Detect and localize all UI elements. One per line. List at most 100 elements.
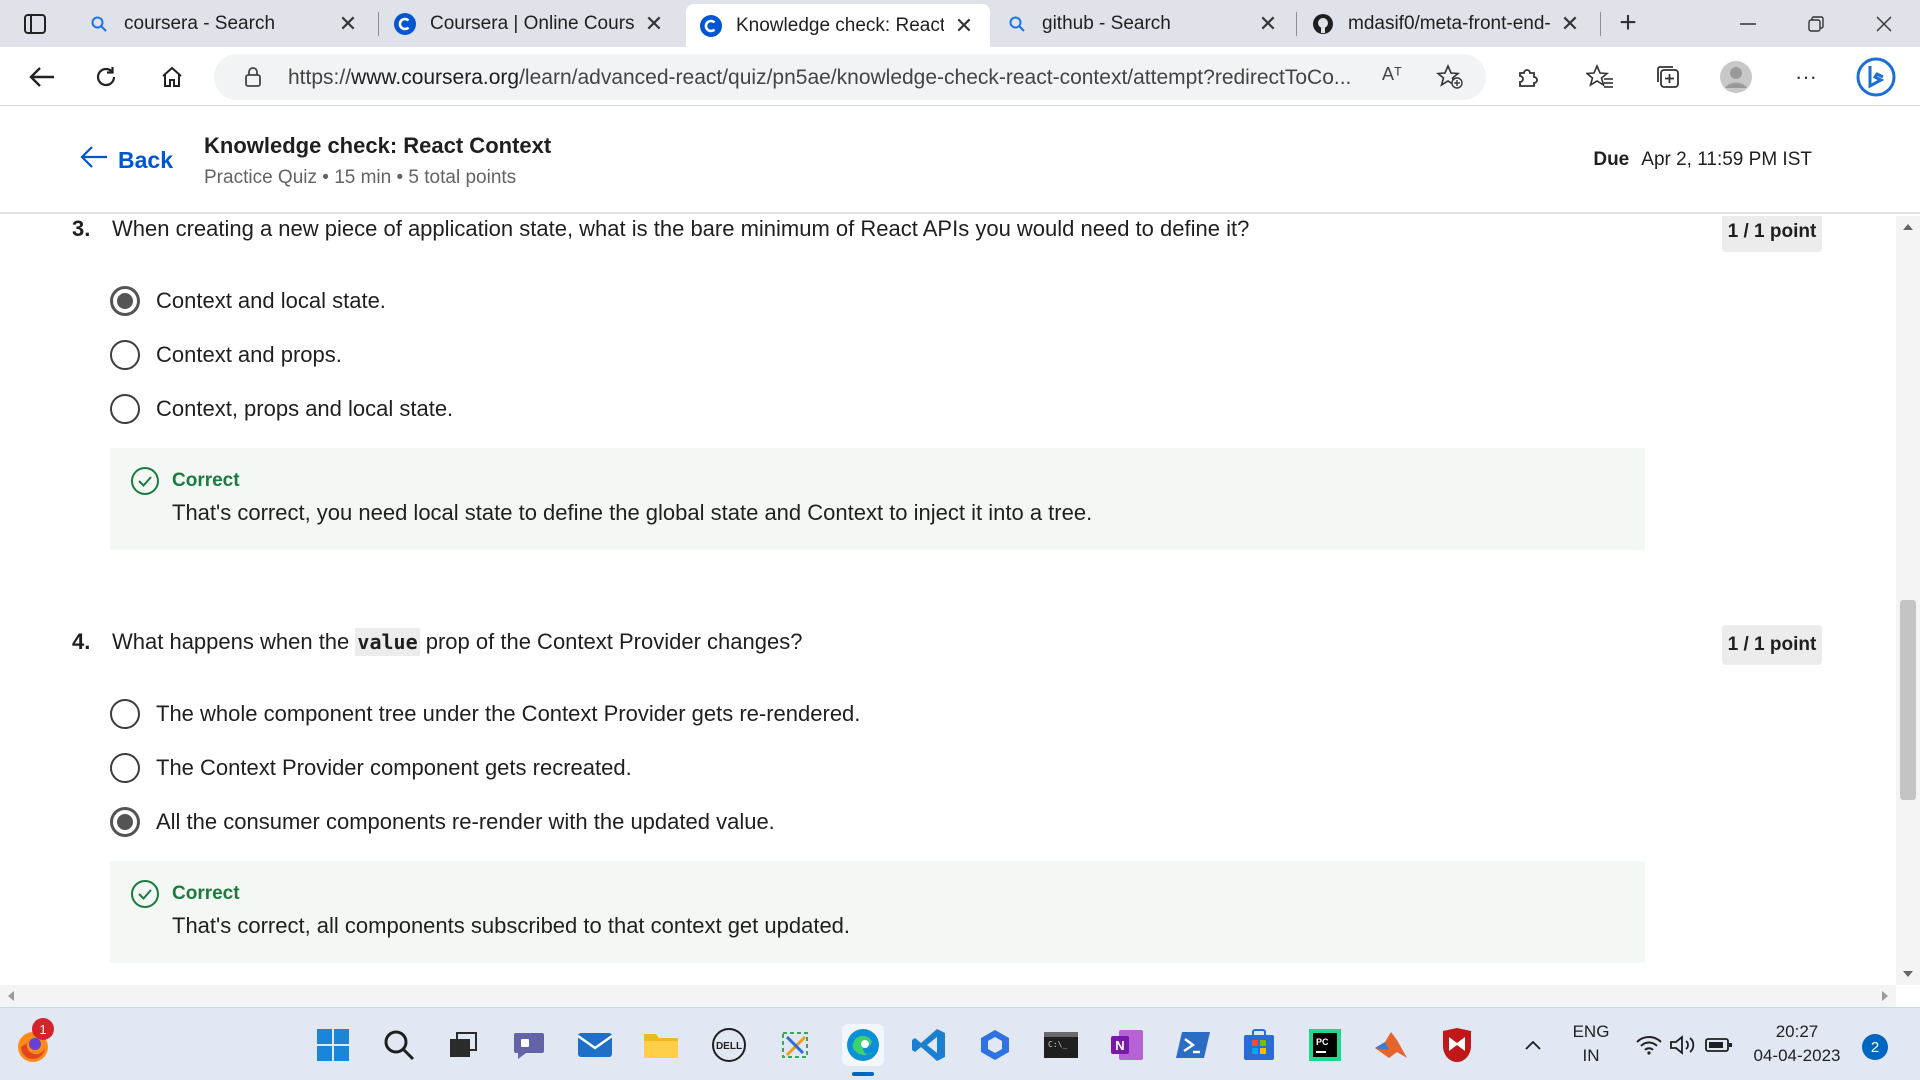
dell-icon[interactable]: DELL: [708, 1024, 750, 1066]
tab-github-repo[interactable]: mdasif0/meta-front-end-c ✕: [1298, 0, 1596, 47]
mcafee-icon[interactable]: [1436, 1024, 1478, 1066]
tab-knowledge-check[interactable]: Knowledge check: React C ✕: [686, 4, 990, 47]
tab-actions-icon[interactable]: [18, 10, 52, 38]
scroll-right-icon[interactable]: [1882, 991, 1888, 1001]
avatar[interactable]: [1716, 57, 1756, 97]
tab-coursera-search[interactable]: coursera - Search ✕: [74, 0, 374, 47]
favorites-icon[interactable]: [1580, 57, 1620, 97]
address-bar[interactable]: https://www.coursera.org/learn/advanced-…: [214, 54, 1486, 100]
tab-coursera-online-courses[interactable]: Coursera | Online Courses ✕: [380, 0, 680, 47]
language-label[interactable]: ENG: [1566, 1022, 1616, 1042]
question-text: What happens when the value prop of the …: [112, 628, 803, 656]
scroll-down-icon[interactable]: [1903, 971, 1913, 977]
tab-title: Knowledge check: React C: [736, 14, 944, 36]
lock-icon[interactable]: [244, 66, 262, 93]
search-icon[interactable]: [378, 1024, 420, 1066]
tab-github-search[interactable]: github - Search ✕: [992, 0, 1294, 47]
scroll-left-icon[interactable]: [8, 991, 14, 1001]
restore-icon[interactable]: [1796, 8, 1836, 40]
read-aloud-icon[interactable]: Aᵀ: [1382, 64, 1402, 85]
terminal-icon[interactable]: C:\_: [1040, 1024, 1082, 1066]
teams-chat-icon[interactable]: [508, 1024, 550, 1066]
check-circle-icon: [130, 879, 160, 914]
file-explorer-icon[interactable]: [640, 1024, 682, 1066]
close-icon[interactable]: ✕: [1256, 11, 1280, 36]
question-text-after: prop of the Context Provider changes?: [425, 629, 803, 654]
option-label: Context and props.: [156, 342, 342, 367]
extensions-icon[interactable]: [1508, 57, 1548, 97]
option-radio[interactable]: Context, props and local state.: [110, 394, 453, 424]
reload-icon[interactable]: [86, 57, 126, 97]
check-circle-icon: [130, 466, 160, 501]
feedback-panel: Correct That's correct, you need local s…: [110, 448, 1645, 550]
edge-browser-icon[interactable]: [842, 1024, 884, 1066]
onenote-icon[interactable]: N: [1106, 1024, 1148, 1066]
snipping-tool-icon[interactable]: [774, 1024, 816, 1066]
option-label: The Context Provider component gets recr…: [156, 755, 632, 780]
option-radio[interactable]: Context and local state.: [110, 286, 386, 316]
chevron-up-icon[interactable]: [1512, 1024, 1554, 1066]
question-number: 3.: [72, 216, 91, 241]
vertical-scrollbar[interactable]: [1896, 216, 1920, 985]
feedback-panel: Correct That's correct, all components s…: [110, 861, 1645, 963]
scroll-thumb[interactable]: [1900, 600, 1916, 800]
notification-badge: 1: [32, 1018, 54, 1040]
option-label: All the consumer components re-render wi…: [156, 809, 775, 834]
task-view-icon[interactable]: [442, 1024, 484, 1066]
windows-taskbar: 1 DELL C:\_ N PC ENG IN 20:27 04-04-2023…: [0, 1007, 1920, 1080]
url-scheme: https://: [288, 66, 352, 89]
vscode-icon[interactable]: [908, 1024, 950, 1066]
more-options-icon[interactable]: ···: [1786, 57, 1826, 97]
new-tab-button[interactable]: +: [1612, 8, 1644, 40]
option-radio[interactable]: The Context Provider component gets recr…: [110, 753, 632, 783]
collections-icon[interactable]: [1648, 57, 1688, 97]
radio-selected[interactable]: [110, 807, 140, 837]
feedback-text: That's correct, you need local state to …: [172, 500, 1093, 525]
radio-unselected[interactable]: [110, 340, 140, 370]
question-text: When creating a new piece of application…: [112, 216, 1250, 241]
horizontal-scrollbar[interactable]: [0, 985, 1896, 1007]
pycharm-icon[interactable]: PC: [1304, 1024, 1346, 1066]
power-automate-icon[interactable]: [974, 1024, 1016, 1066]
option-label: Context, props and local state.: [156, 396, 454, 421]
github-icon: [1312, 13, 1334, 35]
option-radio[interactable]: All the consumer components re-render wi…: [110, 807, 775, 837]
clock-date[interactable]: 04-04-2023: [1748, 1046, 1846, 1066]
option-radio[interactable]: The whole component tree under the Conte…: [110, 699, 860, 729]
url-text[interactable]: https://www.coursera.org/learn/advanced-…: [288, 66, 1368, 90]
radio-unselected[interactable]: [110, 394, 140, 424]
add-favorite-icon[interactable]: [1435, 63, 1464, 95]
home-icon[interactable]: [152, 57, 192, 97]
region-label[interactable]: IN: [1566, 1046, 1616, 1066]
scroll-up-icon[interactable]: [1903, 224, 1913, 230]
mail-icon[interactable]: [574, 1024, 616, 1066]
close-icon[interactable]: ✕: [952, 13, 976, 38]
question-text-before: What happens when the: [112, 629, 350, 654]
radio-unselected[interactable]: [110, 699, 140, 729]
radio-selected[interactable]: [110, 286, 140, 316]
close-icon[interactable]: ✕: [1558, 11, 1582, 36]
notifications-badge[interactable]: 2: [1862, 1034, 1888, 1060]
close-icon[interactable]: ✕: [336, 11, 360, 36]
window-close-icon[interactable]: [1864, 8, 1904, 40]
browser-tab-bar: coursera - Search ✕ Coursera | Online Co…: [0, 0, 1920, 47]
search-icon: [88, 13, 110, 35]
bing-icon[interactable]: [1856, 57, 1896, 97]
back-link[interactable]: Back: [80, 145, 173, 175]
clock-time[interactable]: 20:27: [1748, 1022, 1846, 1042]
back-arrow-icon[interactable]: [22, 57, 62, 97]
close-icon[interactable]: ✕: [642, 11, 666, 36]
battery-icon[interactable]: [1698, 1024, 1740, 1066]
option-radio[interactable]: Context and props.: [110, 340, 342, 370]
search-icon: [1006, 13, 1028, 35]
windows-start-icon[interactable]: [312, 1024, 354, 1066]
active-app-indicator: [852, 1072, 874, 1076]
option-label: Context and local state.: [156, 288, 386, 313]
tab-title: coursera - Search: [124, 12, 276, 34]
microsoft-store-icon[interactable]: [1238, 1024, 1280, 1066]
powershell-icon[interactable]: [1172, 1024, 1214, 1066]
matlab-icon[interactable]: [1370, 1024, 1412, 1066]
url-path: /learn/advanced-react/quiz/pn5ae/knowled…: [519, 66, 1352, 89]
radio-unselected[interactable]: [110, 753, 140, 783]
minimize-icon[interactable]: [1728, 8, 1768, 40]
